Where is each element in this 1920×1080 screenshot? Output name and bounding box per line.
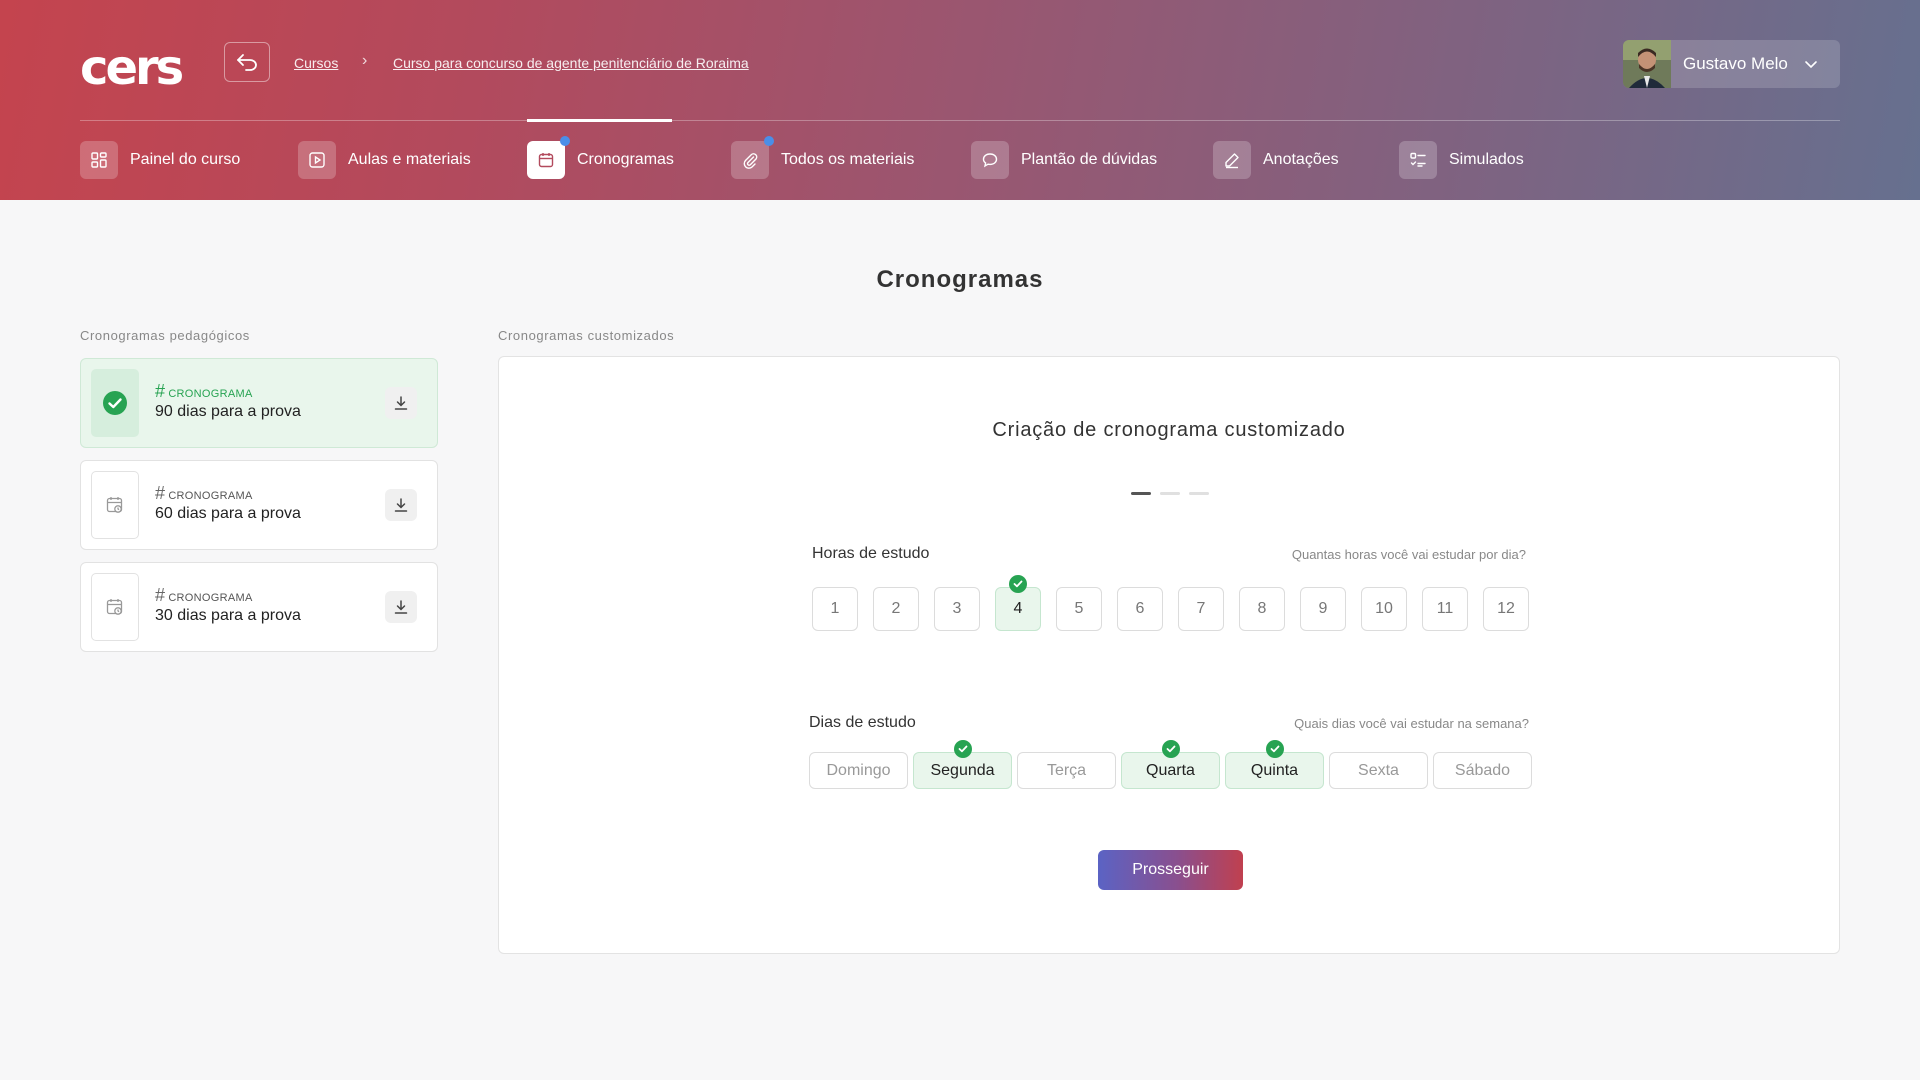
play-icon <box>298 141 336 179</box>
day-option-quarta[interactable]: Quarta <box>1121 740 1220 789</box>
schedule-tag: # CRONOGRAMA <box>155 381 253 401</box>
tab-label: Anotações <box>1263 151 1339 168</box>
tab-label: Todos os materiais <box>781 151 915 168</box>
schedule-tag: # CRONOGRAMA <box>155 483 253 503</box>
tab-aulas-e-materiais[interactable]: Aulas e materiais <box>298 141 471 179</box>
hour-option-1[interactable]: 1 <box>812 587 858 631</box>
tab-label: Aulas e materiais <box>348 151 471 168</box>
prosseguir-button[interactable]: Prosseguir <box>1098 850 1243 890</box>
custom-section-label: Cronogramas customizados <box>498 328 675 343</box>
day-option-sabado[interactable]: Sábado <box>1433 752 1532 789</box>
tab-plantao-de-duvidas[interactable]: Plantão de dúvidas <box>971 141 1157 179</box>
calendar-icon <box>527 136 570 179</box>
chat-icon <box>971 141 1009 179</box>
hour-option-7[interactable]: 7 <box>1178 587 1224 631</box>
schedule-title: 30 dias para a prova <box>155 607 301 624</box>
calendar-clock-icon <box>91 573 139 641</box>
download-button[interactable] <box>385 591 417 623</box>
day-option-terca[interactable]: Terça <box>1017 752 1116 789</box>
cers-logo[interactable]: cers <box>80 44 184 92</box>
undo-arrow-icon <box>237 54 257 71</box>
breadcrumb-cursos[interactable]: Cursos <box>294 55 338 71</box>
checklist-icon <box>1399 141 1437 179</box>
tab-cronogramas[interactable]: Cronogramas <box>527 136 674 179</box>
download-button[interactable] <box>385 489 417 521</box>
day-option-domingo[interactable]: Domingo <box>809 752 908 789</box>
schedule-card-90-dias[interactable]: # CRONOGRAMA 90 dias para a prova <box>80 358 438 448</box>
pedagogical-section-label: Cronogramas pedagógicos <box>80 328 250 343</box>
custom-schedule-panel: Criação de cronograma customizado Horas … <box>498 356 1840 954</box>
day-option-segunda[interactable]: Segunda <box>913 740 1012 789</box>
back-button[interactable] <box>224 42 270 82</box>
hour-option-9[interactable]: 9 <box>1300 587 1346 631</box>
day-option-quinta[interactable]: Quinta <box>1225 740 1324 789</box>
hour-option-3[interactable]: 3 <box>934 587 980 631</box>
schedule-card-30-dias[interactable]: # CRONOGRAMA 30 dias para a prova <box>80 562 438 652</box>
hours-label: Horas de estudo <box>812 545 930 562</box>
hour-option-12[interactable]: 12 <box>1483 587 1529 631</box>
hour-option-4[interactable]: 4 <box>995 575 1041 631</box>
pencil-icon <box>1213 141 1251 179</box>
header-divider <box>80 120 1840 121</box>
tab-label: Plantão de dúvidas <box>1021 151 1158 168</box>
step-indicator <box>1131 492 1209 495</box>
paperclip-icon <box>731 136 774 179</box>
notification-dot <box>764 136 774 146</box>
hour-option-6[interactable]: 6 <box>1117 587 1163 631</box>
hour-option-2[interactable]: 2 <box>873 587 919 631</box>
tab-simulados[interactable]: Simulados <box>1399 141 1524 179</box>
breadcrumb-current-course[interactable]: Curso para concurso de agente penitenciá… <box>393 55 749 71</box>
top-header: cers Cursos › Curso para concurso de age… <box>0 0 1920 200</box>
hour-option-11[interactable]: 11 <box>1422 587 1468 631</box>
tab-label: Simulados <box>1449 151 1524 168</box>
check-icon <box>1009 575 1027 593</box>
schedule-tag: # CRONOGRAMA <box>155 585 253 605</box>
hour-option-5[interactable]: 5 <box>1056 587 1102 631</box>
tab-label: Cronogramas <box>577 151 674 168</box>
check-circle-icon <box>91 369 139 437</box>
schedule-title: 60 dias para a prova <box>155 505 301 522</box>
hours-hint: Quantas horas você vai estudar por dia? <box>1291 547 1526 562</box>
chevron-down-icon <box>1805 60 1817 68</box>
download-icon <box>394 498 408 512</box>
check-icon <box>1161 740 1180 758</box>
check-icon <box>1265 740 1284 758</box>
tab-painel-do-curso[interactable]: Painel do curso <box>80 141 240 179</box>
active-tab-indicator <box>527 119 672 122</box>
user-menu[interactable]: Gustavo Melo <box>1623 40 1840 88</box>
download-icon <box>394 396 408 410</box>
hash-icon: # <box>155 483 166 503</box>
schedule-title: 90 dias para a prova <box>155 403 301 420</box>
breadcrumb-separator-icon: › <box>362 52 368 69</box>
tab-todos-os-materiais[interactable]: Todos os materiais <box>731 136 915 179</box>
dashboard-icon <box>80 141 118 179</box>
hour-option-8[interactable]: 8 <box>1239 587 1285 631</box>
panel-title: Criação de cronograma customizado <box>992 419 1346 441</box>
days-hint: Quais dias você vai estudar na semana? <box>1294 716 1529 731</box>
page-title: Cronogramas <box>876 266 1044 293</box>
step-2 <box>1160 492 1180 495</box>
user-name: Gustavo Melo <box>1683 54 1788 73</box>
step-3 <box>1189 492 1209 495</box>
download-icon <box>394 600 408 614</box>
hash-icon: # <box>155 381 166 401</box>
calendar-clock-icon <box>91 471 139 539</box>
hour-option-10[interactable]: 10 <box>1361 587 1407 631</box>
hash-icon: # <box>155 585 166 605</box>
download-button[interactable] <box>385 387 417 419</box>
tab-anotacoes[interactable]: Anotações <box>1213 141 1339 179</box>
schedule-card-60-dias[interactable]: # CRONOGRAMA 60 dias para a prova <box>80 460 438 550</box>
step-1 <box>1131 492 1151 495</box>
day-option-sexta[interactable]: Sexta <box>1329 752 1428 789</box>
avatar <box>1623 40 1671 88</box>
check-icon <box>953 740 972 758</box>
tab-label: Painel do curso <box>130 151 241 168</box>
notification-dot <box>560 136 570 146</box>
days-label: Dias de estudo <box>809 714 916 731</box>
